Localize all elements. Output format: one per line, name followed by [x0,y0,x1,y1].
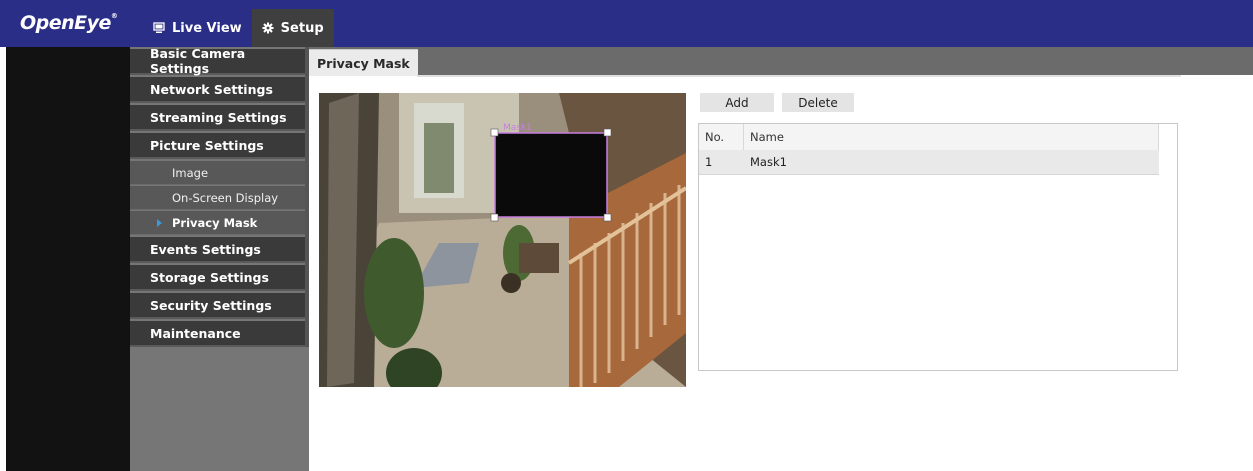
logo-text: OpenEye [20,12,111,34]
mask-table: No. Name 1 Mask1 [698,123,1178,371]
tab-divider [417,75,1181,77]
sidebar-item-maintenance[interactable]: Maintenance [130,321,305,347]
column-divider [743,124,744,150]
camera-preview[interactable]: Mask1 [319,93,686,387]
logo-mark: ® [110,12,118,20]
mask-overlay-label: Mask1 [503,123,532,133]
sidebar-item-label: Basic Camera Settings [150,46,246,76]
nav-setup-label: Setup [280,20,324,36]
sidebar-item-label: Storage Settings [150,269,269,285]
nav-live-view-label: Live View [172,20,242,36]
table-cell-no: 1 [705,155,713,169]
sidebar-item-label: Security Settings [150,297,272,313]
sidebar-item-picture-settings[interactable]: Picture Settings [130,133,305,159]
sidebar-item-streaming-settings[interactable]: Streaming Settings [130,105,305,131]
sidebar-scrollbar[interactable] [305,47,309,347]
sidebar-item-label: Events Settings [150,241,261,257]
sidebar-subitem-on-screen-display[interactable]: On-Screen Display [130,186,305,210]
sidebar-item-label: Maintenance [150,325,241,341]
camera-scene: Mask1 [319,93,686,387]
sidebar-item-label: Picture Settings [150,137,264,153]
openeye-logo: OpenEye® [20,12,118,34]
mask-resize-handle[interactable] [490,128,499,137]
sidebar-subitem-label: Image [172,165,209,180]
table-header: No. Name [699,124,1159,151]
mask-resize-handle[interactable] [490,213,499,222]
sidebar-subitem-image[interactable]: Image [130,161,305,185]
add-button[interactable]: Add [700,93,774,112]
monitor-icon [153,22,165,33]
sidebar-subitem-label: Privacy Mask [172,215,258,230]
column-divider [1158,124,1159,150]
sidebar-item-storage-settings[interactable]: Storage Settings [130,265,305,291]
top-nav: Live View Setup [143,9,334,47]
top-bar: OpenEye® Live View Setup [0,0,1253,47]
sidebar-item-label: Network Settings [150,81,273,97]
mask-resize-handle[interactable] [603,128,612,137]
content-tab-bar [309,47,1253,75]
nav-live-view[interactable]: Live View [143,9,252,47]
settings-sidebar: Basic Camera Settings Network Settings S… [130,46,309,471]
tab-privacy-mask[interactable]: Privacy Mask [309,49,418,76]
delete-button[interactable]: Delete [782,93,854,112]
sidebar-item-network-settings[interactable]: Network Settings [130,77,305,103]
sidebar-item-label: Streaming Settings [150,109,287,125]
nav-setup[interactable]: Setup [251,9,334,47]
sidebar-subitem-label: On-Screen Display [172,190,279,205]
sidebar-item-security-settings[interactable]: Security Settings [130,293,305,319]
active-arrow-icon [157,219,162,227]
left-black-panel [6,47,130,471]
column-header-no[interactable]: No. [705,124,724,150]
sidebar-item-basic-camera-settings[interactable]: Basic Camera Settings [130,46,305,76]
table-cell-name: Mask1 [750,155,787,169]
mask-resize-handle[interactable] [603,213,612,222]
sidebar-item-events-settings[interactable]: Events Settings [130,237,305,263]
table-row[interactable]: 1 Mask1 [699,150,1159,175]
tab-label: Privacy Mask [317,55,410,71]
gear-icon [262,22,274,34]
sidebar-subitem-privacy-mask[interactable]: Privacy Mask [130,211,305,235]
column-header-name[interactable]: Name [750,124,784,150]
privacy-mask-region[interactable] [494,132,608,218]
